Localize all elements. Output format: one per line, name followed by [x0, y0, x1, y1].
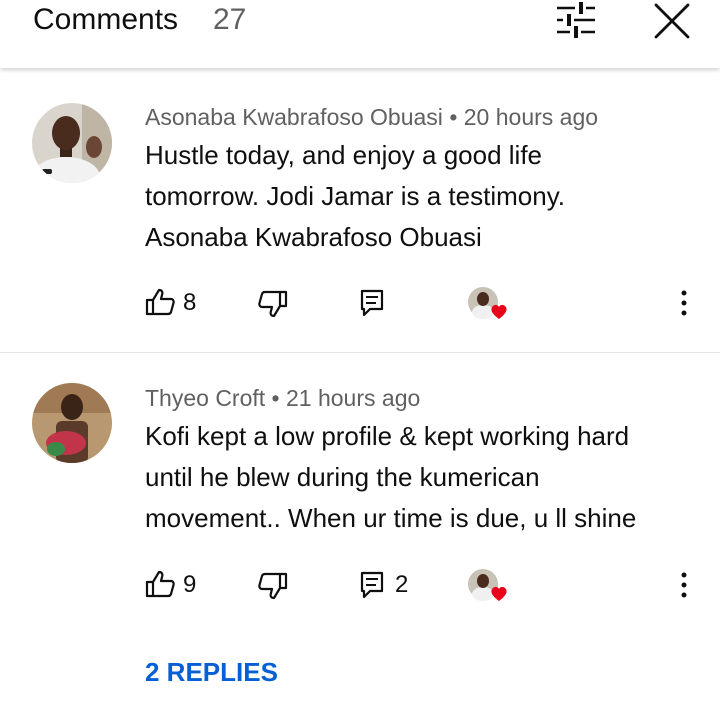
comment-text-line: until he blew during the kumerican: [145, 462, 540, 492]
reply-icon[interactable]: [360, 571, 384, 604]
close-icon[interactable]: [652, 1, 692, 41]
comment-author[interactable]: Thyeo Croft: [145, 385, 265, 411]
comments-title: Comments: [33, 3, 179, 36]
creator-heart-icon: [467, 568, 511, 609]
comment-time: 21 hours ago: [286, 385, 421, 411]
comment-text-line: Kofi kept a low profile & kept working h…: [145, 421, 630, 451]
comment-text: Kofi kept a low profile & kept working h…: [145, 416, 705, 539]
sort-filter-icon[interactable]: [555, 2, 597, 38]
like-icon[interactable]: [145, 570, 175, 603]
reply-count: 2: [395, 571, 409, 598]
more-options-icon[interactable]: [680, 572, 688, 603]
comments-header: Comments 27: [0, 0, 720, 68]
comment-item: Thyeo Croft • 21 hours ago Kofi kept a l…: [0, 0, 720, 705]
comments-count: 27: [213, 3, 247, 36]
view-replies-button[interactable]: 2 REPLIES: [145, 656, 278, 688]
comment-text-line: movement.. When ur time is due, u ll shi…: [145, 503, 637, 533]
comment-meta: Thyeo Croft • 21 hours ago: [145, 383, 420, 413]
like-count: 9: [183, 571, 197, 598]
avatar[interactable]: [32, 383, 112, 463]
meta-separator: •: [271, 385, 280, 411]
dislike-icon[interactable]: [258, 572, 288, 605]
